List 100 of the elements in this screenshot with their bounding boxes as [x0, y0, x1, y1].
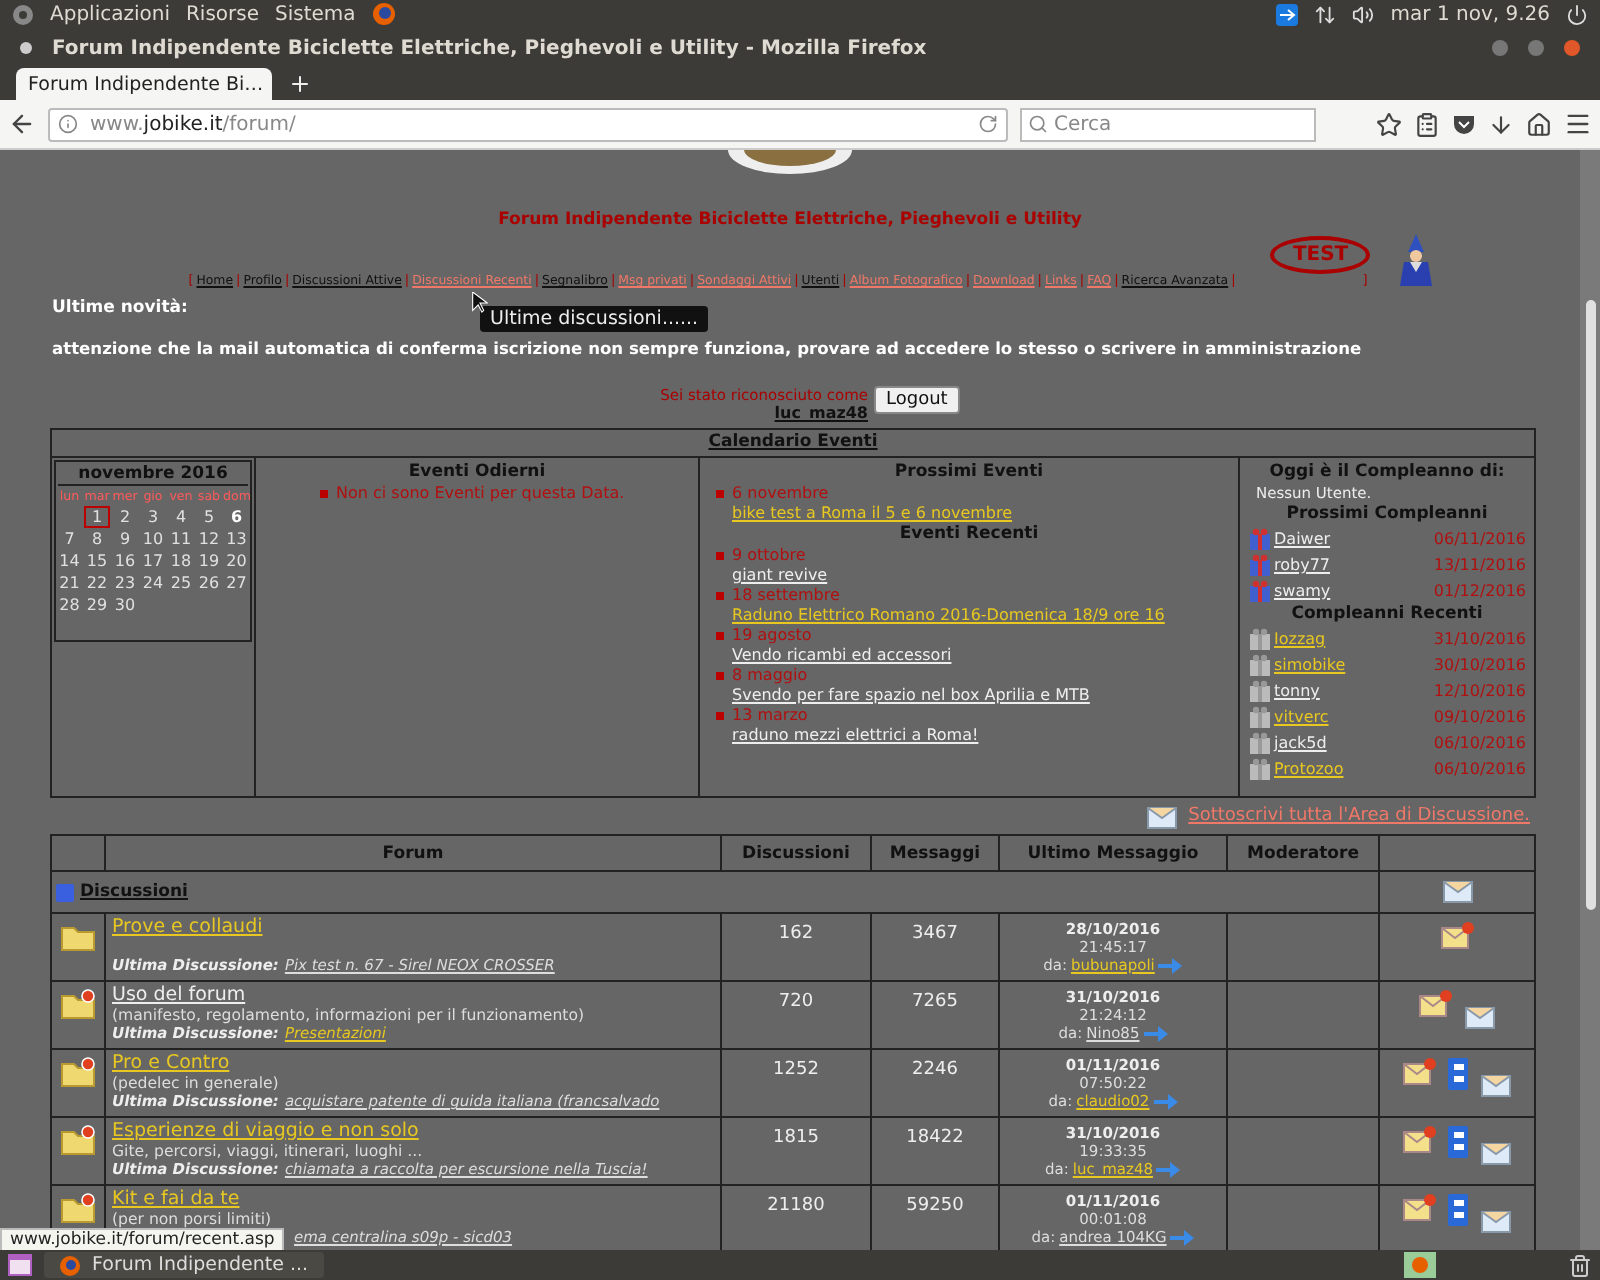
clock: mar 1 nov, 9.26 — [1390, 3, 1550, 25]
cursor-icon — [472, 292, 488, 314]
calendar-day[interactable]: 19 — [196, 550, 222, 572]
forum-link[interactable]: Uso del forum — [112, 984, 246, 1006]
user-link[interactable]: Iozzag — [1274, 630, 1326, 648]
taskbar-button[interactable]: Forum Indipendente ... — [44, 1252, 325, 1278]
forum-link[interactable]: Prove e collaudi — [112, 916, 263, 938]
scrollbar[interactable] — [1580, 150, 1600, 1250]
calendar-day[interactable]: 2 — [112, 506, 138, 528]
calendar-day[interactable]: 6 — [223, 506, 250, 528]
network-icon[interactable] — [1314, 3, 1337, 25]
calendar-day[interactable]: 24 — [140, 572, 166, 594]
system-menu-icon[interactable] — [12, 3, 34, 25]
calendar-day[interactable]: 30 — [112, 594, 138, 616]
calendar-day[interactable]: 13 — [223, 528, 250, 550]
user-link[interactable]: simobike — [1274, 656, 1346, 674]
calendar-day[interactable]: 17 — [140, 550, 166, 572]
power-icon[interactable] — [1566, 3, 1588, 25]
birthday-date: 06/11/2016 — [1433, 530, 1527, 548]
reload-icon[interactable] — [978, 114, 998, 134]
calendar-day[interactable]: 4 — [168, 506, 194, 528]
calendar-day[interactable]: 8 — [84, 528, 110, 550]
book-icon[interactable] — [1445, 1124, 1469, 1160]
user-link[interactable]: tonny — [1274, 682, 1320, 700]
calendar-day[interactable]: 29 — [84, 594, 110, 616]
remote-control-icon[interactable] — [1276, 3, 1299, 25]
logout-button[interactable]: Logout — [874, 386, 960, 414]
new-tab-icon[interactable] — [288, 72, 312, 96]
new-post-icon[interactable] — [1401, 1124, 1437, 1156]
back-icon[interactable] — [8, 110, 36, 138]
calendar-day[interactable]: 26 — [196, 572, 222, 594]
calendar-day[interactable]: 16 — [112, 550, 138, 572]
calendar-day[interactable]: 12 — [196, 528, 222, 550]
forum-link[interactable]: Pro e Contro — [112, 1052, 230, 1074]
event-link[interactable]: Raduno Elettrico Romano 2016-Domenica 18/9 ore 16 — [732, 606, 1234, 626]
home-icon[interactable] — [1526, 111, 1552, 137]
event-link[interactable]: Vendo ricambi ed accessori — [732, 646, 1234, 666]
user-link[interactable]: Daiwer — [1274, 530, 1331, 548]
volume-icon[interactable] — [1352, 3, 1375, 25]
user-link[interactable]: vitverc — [1274, 708, 1329, 726]
search-field[interactable]: Cerca — [1020, 107, 1316, 141]
trash-icon[interactable] — [1568, 1253, 1592, 1277]
system-menu[interactable]: Applicazioni — [50, 3, 170, 25]
category-link[interactable]: Discussioni — [80, 882, 188, 902]
new-post-icon[interactable] — [1401, 1192, 1437, 1224]
bookmark-icon[interactable] — [1376, 111, 1402, 137]
calendar-day[interactable]: 20 — [223, 550, 250, 572]
calendar-day[interactable]: 23 — [112, 572, 138, 594]
calendar-day[interactable]: 1 — [84, 506, 110, 528]
event-link[interactable]: bike test a Roma il 5 e 6 novembre — [732, 504, 1234, 524]
calendar-day[interactable]: 14 — [56, 550, 83, 572]
calendar-day[interactable]: 21 — [56, 572, 83, 594]
gift-icon — [1248, 732, 1272, 754]
calendar-day[interactable]: 9 — [112, 528, 138, 550]
browser-tab[interactable]: Forum Indipendente Bi… — [16, 68, 272, 100]
event-date: 13 marzo — [716, 706, 1234, 726]
user-link[interactable]: luc_maz48 — [774, 404, 868, 422]
news-label: Ultime novità: — [52, 298, 188, 318]
user-link[interactable]: Protozoo — [1274, 760, 1344, 778]
new-post-icon[interactable] — [1401, 1056, 1437, 1088]
calendar-day[interactable]: 7 — [56, 528, 83, 550]
menu-icon[interactable] — [1564, 110, 1592, 138]
firefox-icon[interactable] — [371, 2, 396, 26]
calendar-day[interactable]: 15 — [84, 550, 110, 572]
arrow-right-icon — [1143, 1025, 1168, 1041]
calendar-day[interactable]: 3 — [140, 506, 166, 528]
close-button[interactable] — [1564, 40, 1580, 56]
category-icon — [56, 883, 74, 901]
minimize-button[interactable] — [1492, 40, 1508, 56]
calendar-day[interactable]: 18 — [168, 550, 194, 572]
user-link[interactable]: swamy — [1274, 582, 1331, 600]
tooltip: Ultime discussioni...... — [480, 306, 709, 332]
user-link[interactable]: jack5d — [1274, 734, 1327, 752]
reader-icon[interactable] — [1414, 111, 1440, 137]
book-icon[interactable] — [1445, 1056, 1469, 1092]
user-link[interactable]: roby77 — [1274, 556, 1330, 574]
pocket-icon[interactable] — [1452, 112, 1476, 136]
event-link[interactable]: giant revive — [732, 566, 1234, 586]
new-post-icon[interactable] — [1439, 920, 1475, 952]
new-post-icon[interactable] — [1417, 988, 1453, 1020]
calendar-day[interactable]: 25 — [168, 572, 194, 594]
book-icon[interactable] — [1445, 1192, 1469, 1228]
event-link[interactable]: Svendo per fare spazio nel box Aprilia e MTB — [732, 686, 1234, 706]
show-desktop-icon[interactable] — [8, 1254, 32, 1276]
calendar-day[interactable]: 28 — [56, 594, 83, 616]
address-field[interactable]: www.jobike.it/forum/ — [48, 107, 1008, 141]
system-menu[interactable]: Sistema — [275, 3, 356, 25]
event-text: Non ci sono Eventi per questa Data. — [320, 484, 625, 502]
download-icon[interactable] — [1488, 111, 1514, 137]
forum-link[interactable]: Esperienze di viaggio e non solo — [112, 1120, 419, 1142]
event-link[interactable]: raduno mezzi elettrici a Roma! — [732, 726, 1234, 746]
forum-link[interactable]: Kit e fai da te — [112, 1188, 240, 1210]
calendar-day[interactable]: 27 — [223, 572, 250, 594]
calendar-day[interactable]: 5 — [196, 506, 222, 528]
system-menu[interactable]: Risorse — [185, 3, 260, 25]
calendar-day[interactable]: 10 — [140, 528, 166, 550]
calendar-day[interactable]: 11 — [168, 528, 194, 550]
calendar-day[interactable]: 22 — [84, 572, 110, 594]
maximize-button[interactable] — [1528, 40, 1544, 56]
calendar-link[interactable]: Calendario Eventi — [708, 432, 878, 452]
